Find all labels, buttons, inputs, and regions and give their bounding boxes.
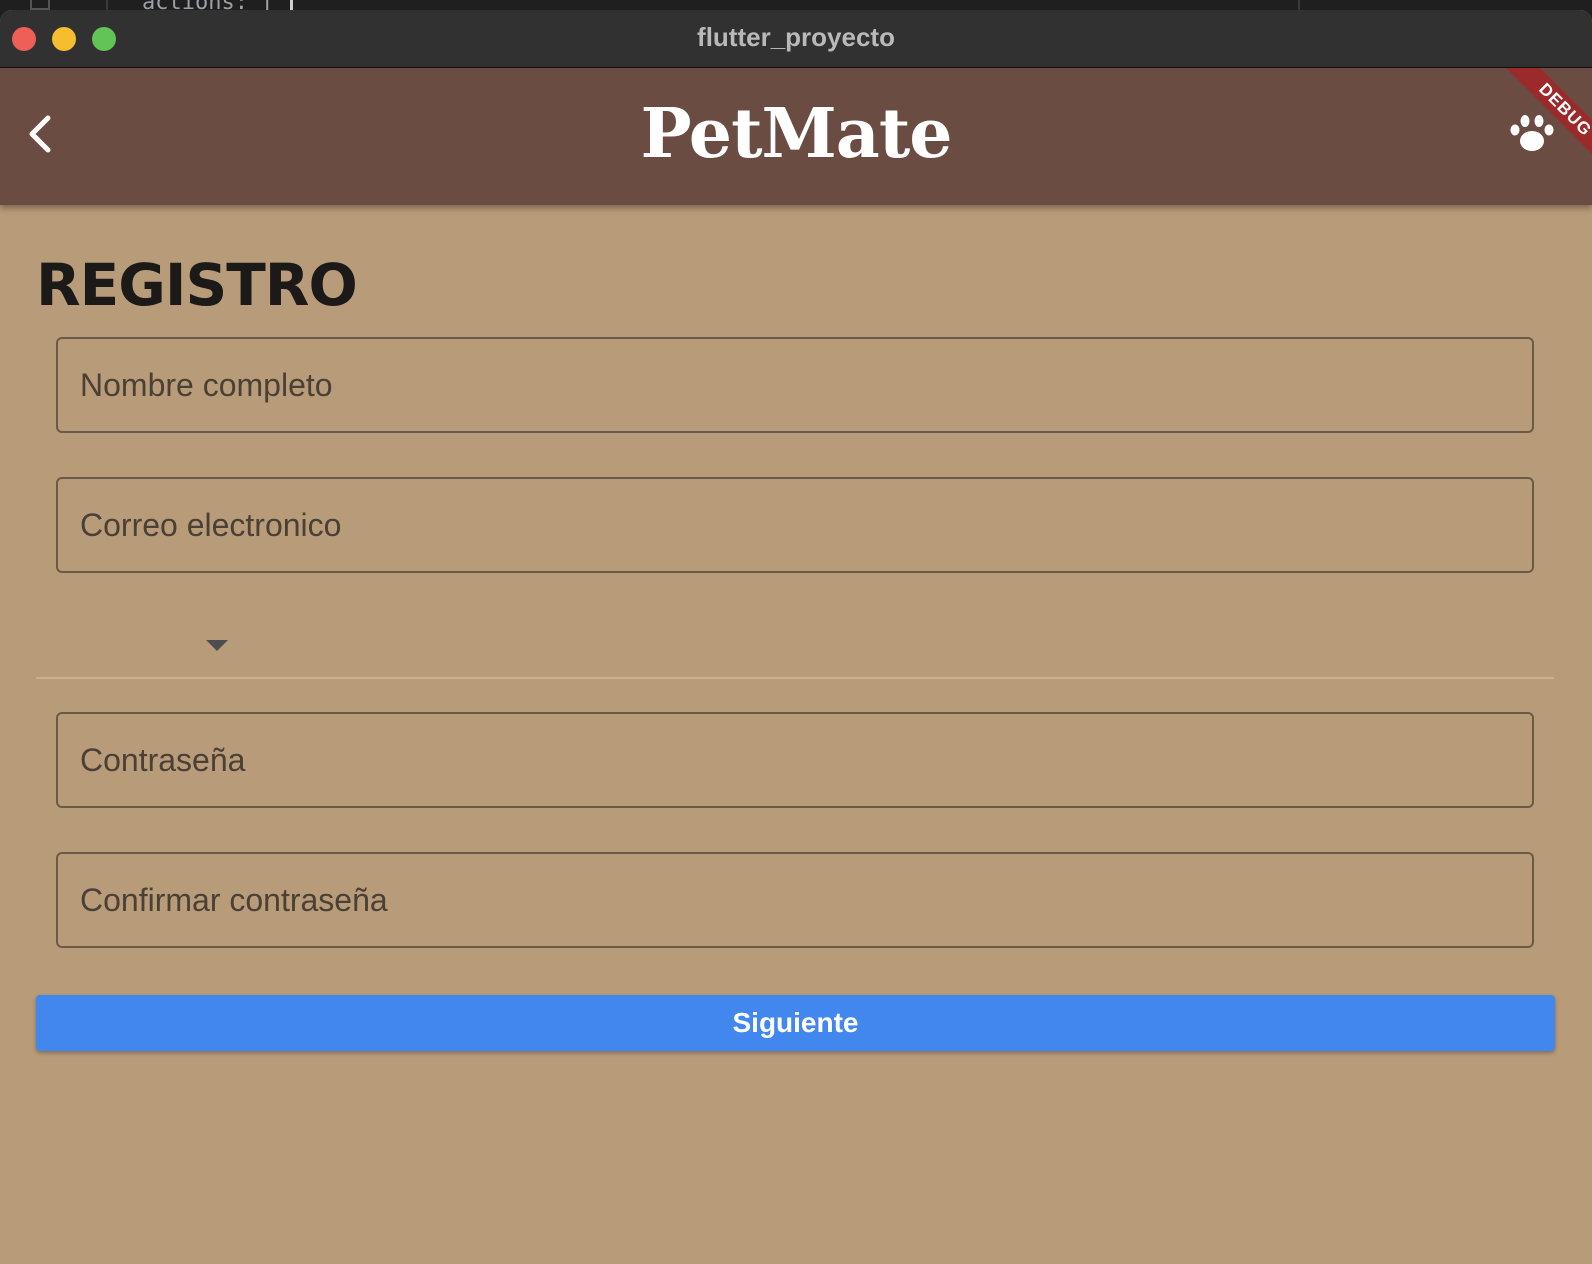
gutter-marker xyxy=(30,0,50,10)
window-titlebar: flutter_proyecto xyxy=(0,10,1592,68)
dropdown-arrow-icon xyxy=(206,640,228,651)
registration-form: REGISTRO Siguiente xyxy=(0,205,1592,1264)
paw-icon xyxy=(1510,115,1554,151)
paw-button[interactable] xyxy=(1508,108,1556,156)
password-field[interactable] xyxy=(56,712,1534,808)
full-name-field[interactable] xyxy=(56,337,1534,433)
email-field[interactable] xyxy=(56,477,1534,573)
email-input[interactable] xyxy=(80,479,1500,571)
app-title: PetMate xyxy=(640,94,953,174)
page-title: REGISTRO xyxy=(36,251,358,319)
select-dropdown[interactable] xyxy=(36,617,1554,679)
confirm-password-field[interactable] xyxy=(56,852,1534,948)
app-window: flutter_proyecto PetMate DEBUG REGISTRO xyxy=(0,10,1592,1264)
next-button[interactable]: Siguiente xyxy=(36,995,1555,1051)
full-name-input[interactable] xyxy=(80,339,1500,431)
window-title: flutter_proyecto xyxy=(697,22,895,52)
text-cursor xyxy=(290,0,293,10)
app-bar: PetMate DEBUG xyxy=(0,68,1592,205)
password-input[interactable] xyxy=(80,714,1500,806)
confirm-password-input[interactable] xyxy=(80,854,1500,946)
